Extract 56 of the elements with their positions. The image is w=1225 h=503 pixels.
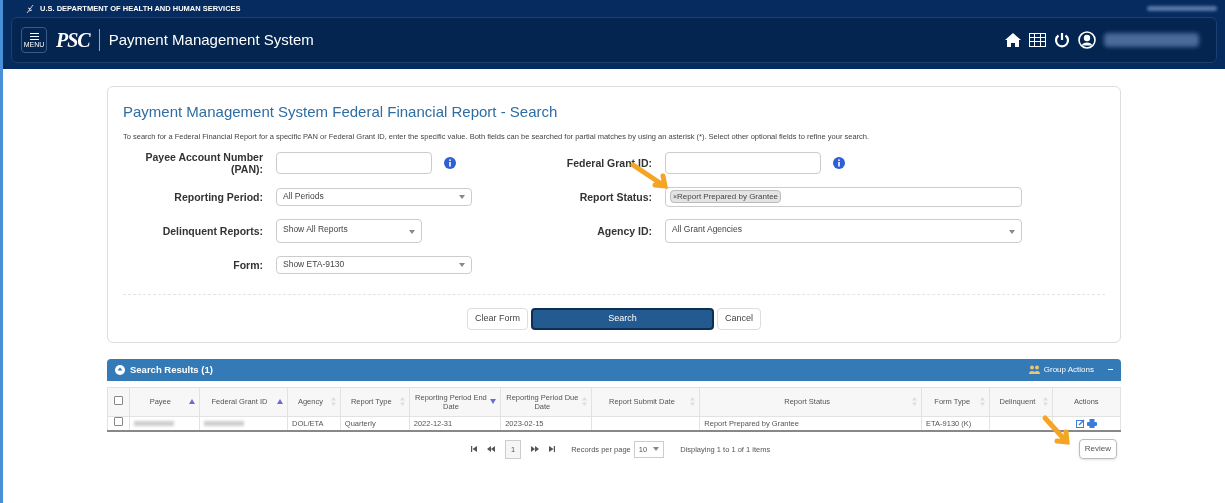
group-actions-button[interactable]: Group Actions [1028, 363, 1113, 376]
power-icon[interactable] [1054, 32, 1070, 48]
edit-icon[interactable] [1075, 419, 1085, 428]
annotation-arrow [1042, 415, 1070, 445]
logo: PSC [56, 28, 90, 53]
row-checkbox[interactable] [113, 395, 123, 405]
group-icon [1028, 365, 1040, 375]
sort-ascending-icon [188, 399, 195, 405]
review-tooltip: Review [1078, 439, 1117, 460]
select-dropdown[interactable]: Show ETA-9130 [276, 255, 472, 274]
select-dropdown[interactable]: All Periods [276, 187, 472, 206]
redacted-value [133, 420, 174, 426]
field-label: Report Status: [578, 190, 652, 203]
form-button[interactable]: Clear Form [467, 307, 528, 330]
form-button[interactable]: Cancel [717, 307, 761, 330]
sort-icon [399, 397, 405, 407]
field-label: Delinquent Reports: [161, 224, 263, 237]
field-label: Reporting Period: [173, 190, 263, 203]
field-label: Agency ID: [596, 224, 652, 237]
info-icon[interactable] [444, 156, 456, 169]
sort-icon [581, 397, 587, 407]
app-title: Payment Management System [108, 29, 314, 50]
caret-icon [1009, 230, 1015, 235]
sort-icon [330, 397, 336, 407]
results-title: Search Results (1) [130, 362, 213, 377]
caret-icon [459, 194, 465, 199]
caret-icon [409, 230, 415, 235]
sort-descending-icon [490, 399, 497, 405]
first-page-icon[interactable] [471, 446, 477, 453]
grid-icon[interactable] [1029, 33, 1046, 47]
select-dropdown[interactable]: All Grant Agencies [665, 218, 1022, 243]
sort-icon [1042, 397, 1048, 407]
row-checkbox[interactable] [113, 417, 123, 427]
sort-icon [690, 397, 696, 407]
next-page-icon[interactable] [531, 446, 540, 453]
collapse-icon[interactable] [115, 364, 125, 375]
user-avatar-icon[interactable] [1078, 31, 1096, 49]
menu-icon [29, 32, 39, 40]
page-title: Payment Management System Federal Financial Report - Search [123, 102, 559, 122]
text-input[interactable] [665, 151, 821, 174]
search-button[interactable]: Search [531, 307, 714, 330]
home-icon[interactable] [1005, 33, 1021, 47]
field-label: Form: [232, 258, 263, 271]
last-page-icon[interactable] [549, 446, 556, 453]
select-dropdown[interactable]: Show All Reports [276, 218, 422, 243]
version-text-blurred [1147, 6, 1217, 11]
field-label: Payee Account Number (PAN): [144, 150, 263, 175]
caret-icon [653, 447, 660, 452]
text-input[interactable] [276, 151, 432, 174]
redacted-value [203, 420, 244, 426]
sort-icon [980, 397, 986, 407]
sort-icon [912, 397, 918, 407]
caret-icon [459, 262, 465, 267]
info-icon[interactable] [833, 156, 845, 169]
previous-page-icon[interactable] [487, 446, 495, 453]
sort-ascending-icon [277, 399, 284, 405]
